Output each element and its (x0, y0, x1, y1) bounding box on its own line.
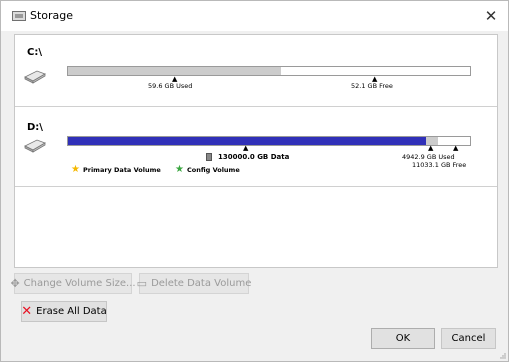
volume-d-used-label: 4942.9 GB Used (402, 153, 455, 161)
volume-c-used-fill (68, 67, 282, 75)
legend-label: Primary Data Volume (82, 166, 161, 174)
close-button[interactable]: ✕ (480, 5, 502, 27)
volume-d-usage-bar (67, 136, 471, 146)
storage-dialog: Storage ✕ C:\ ▲ 59.6 GB Used ▲ 52.1 GB F… (0, 0, 509, 362)
delete-icon: ▭ (136, 277, 148, 290)
data-marker-icon: ▲ (243, 144, 249, 152)
erase-x-icon: ✕ (21, 304, 33, 319)
volumes-panel: C:\ ▲ 59.6 GB Used ▲ 52.1 GB Free D:\ ▲ … (14, 34, 498, 268)
star-icon: ★ (71, 164, 80, 175)
cancel-label: Cancel (451, 333, 486, 344)
volume-c-free-label: 52.1 GB Free (351, 82, 393, 90)
change-volume-size-label: Change Volume Size... (23, 278, 136, 289)
change-volume-size-button[interactable]: ✥ Change Volume Size... (10, 273, 136, 294)
disk-drive-icon (24, 70, 46, 84)
database-icon (206, 153, 212, 161)
delete-data-volume-button[interactable]: ▭ Delete Data Volume (136, 273, 252, 294)
volume-d-free-label: 11033.1 GB Free (412, 161, 467, 169)
legend-primary-data-volume: ★ Primary Data Volume (71, 165, 161, 175)
volume-c-name: C:\ (27, 47, 42, 58)
storage-icon (12, 11, 26, 21)
volume-c[interactable]: C:\ ▲ 59.6 GB Used ▲ 52.1 GB Free (15, 35, 497, 107)
free-marker-icon: ▲ (453, 144, 459, 152)
disk-drive-icon (24, 139, 46, 153)
delete-data-volume-label: Delete Data Volume (151, 278, 252, 289)
ok-button[interactable]: OK (371, 328, 435, 349)
cancel-button[interactable]: Cancel (441, 328, 496, 349)
resize-icon: ✥ (10, 277, 20, 290)
volume-d-name: D:\ (27, 122, 43, 133)
volume-d-data-label: 130000.0 GB Data (218, 153, 290, 161)
legend-label: Config Volume (186, 166, 240, 174)
legend-config-volume: ★ Config Volume (175, 165, 240, 175)
erase-all-data-button[interactable]: ✕ Erase All Data (21, 301, 107, 322)
erase-all-data-label: Erase All Data (36, 306, 107, 317)
ok-label: OK (395, 333, 411, 344)
volume-d[interactable]: D:\ ▲ 130000.0 GB Data ▲ 4942.9 GB Used … (15, 108, 497, 187)
star-icon: ★ (175, 164, 184, 175)
window-title: Storage (30, 9, 74, 22)
resize-grip-icon[interactable] (498, 351, 506, 359)
volume-c-used-label: 59.6 GB Used (148, 82, 193, 90)
used-marker-icon: ▲ (428, 144, 434, 152)
volume-c-usage-bar (67, 66, 471, 76)
title-bar[interactable]: Storage ✕ (1, 1, 508, 31)
